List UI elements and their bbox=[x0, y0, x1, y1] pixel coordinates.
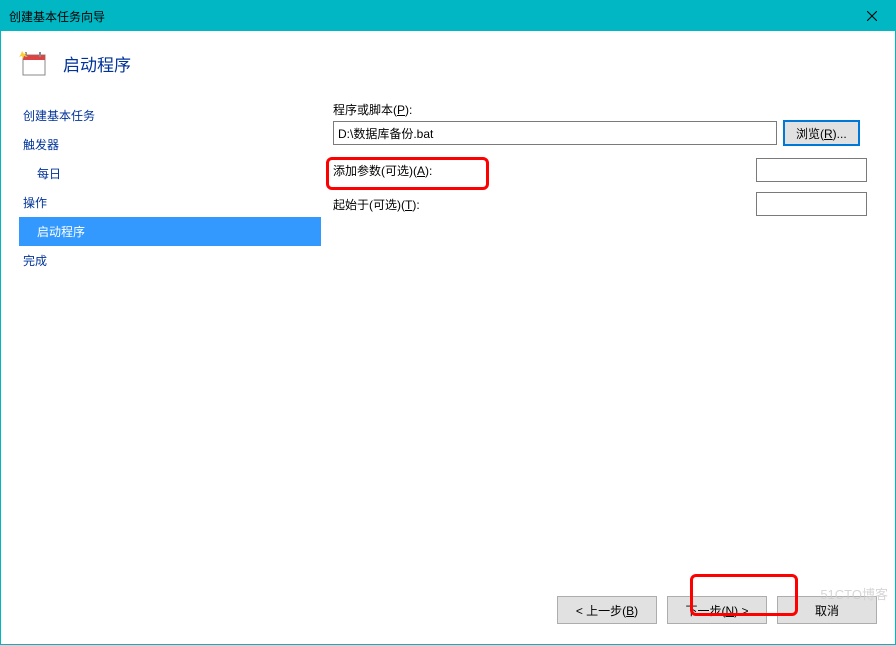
calendar-sparkle-icon bbox=[19, 49, 47, 77]
window-title: 创建基本任务向导 bbox=[9, 8, 105, 25]
next-button[interactable]: 下一步(N) > bbox=[667, 596, 767, 624]
cancel-button[interactable]: 取消 bbox=[777, 596, 877, 624]
arguments-label: 添加参数(可选)(A): bbox=[333, 162, 432, 179]
program-script-label: 程序或脚本(P): bbox=[333, 101, 877, 118]
step-create-basic-task[interactable]: 创建基本任务 bbox=[19, 101, 321, 130]
browse-button[interactable]: 浏览(R)... bbox=[783, 120, 860, 146]
step-daily[interactable]: 每日 bbox=[19, 159, 321, 188]
wizard-steps: 创建基本任务 触发器 每日 操作 启动程序 完成 bbox=[19, 101, 321, 584]
close-icon bbox=[867, 11, 877, 21]
step-action[interactable]: 操作 bbox=[19, 188, 321, 217]
wizard-window: 创建基本任务向导 启动程序 创建基本任务 触发器 每日 操作 启动程序 完成 bbox=[0, 0, 896, 645]
arguments-input[interactable] bbox=[756, 158, 867, 182]
form-area: 程序或脚本(P): 浏览(R)... 添加参数(可选)(A): 起始于(可选)(… bbox=[321, 101, 877, 584]
program-script-input[interactable] bbox=[333, 121, 777, 145]
startin-row: 起始于(可选)(T): bbox=[333, 192, 867, 216]
titlebar: 创建基本任务向导 bbox=[1, 1, 895, 31]
close-button[interactable] bbox=[849, 1, 895, 31]
step-trigger[interactable]: 触发器 bbox=[19, 130, 321, 159]
arguments-row: 添加参数(可选)(A): bbox=[333, 158, 867, 182]
wizard-body: 创建基本任务 触发器 每日 操作 启动程序 完成 程序或脚本(P): 浏览(R)… bbox=[1, 101, 895, 584]
wizard-footer: < 上一步(B) 下一步(N) > 取消 bbox=[1, 584, 895, 644]
page-title: 启动程序 bbox=[63, 51, 131, 76]
program-row: 浏览(R)... bbox=[333, 120, 877, 146]
back-button[interactable]: < 上一步(B) bbox=[557, 596, 657, 624]
wizard-header: 启动程序 bbox=[1, 31, 895, 101]
step-finish[interactable]: 完成 bbox=[19, 246, 321, 275]
startin-label: 起始于(可选)(T): bbox=[333, 196, 420, 213]
step-start-program[interactable]: 启动程序 bbox=[19, 217, 321, 246]
startin-input[interactable] bbox=[756, 192, 867, 216]
